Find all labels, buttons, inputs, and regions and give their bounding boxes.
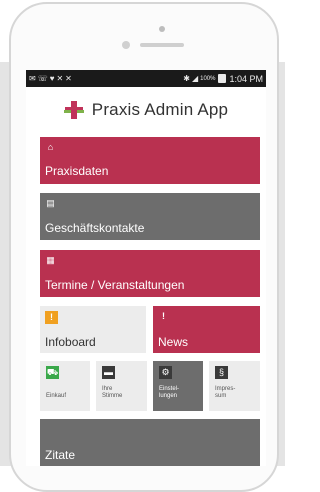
- bluetooth-icon: ✱: [183, 74, 190, 83]
- gear-icon: ⚙: [159, 366, 172, 379]
- sensor-dot: [159, 26, 165, 32]
- home-icon: ⌂: [47, 142, 54, 152]
- paragraph-icon: §: [215, 366, 228, 379]
- phone-screen: ✉ ☏ ♥ ✕ ✕ ✱ ◢ 100% 1:04 PM Praxis Admin …: [26, 70, 266, 466]
- calendar-icon: ▦: [46, 255, 55, 265]
- medical-cross-logo-icon: [63, 100, 84, 120]
- tile-label: News: [158, 335, 189, 349]
- tile-termine[interactable]: ▦ Termine / Veranstaltungen: [40, 250, 260, 297]
- tile-ihre-stimme[interactable]: ▬ Ihre Stimme: [96, 361, 147, 411]
- clock: 1:04 PM: [229, 73, 263, 84]
- tile-label: Praxisdaten: [45, 164, 109, 178]
- tile-label: Geschäftskontakte: [45, 221, 145, 235]
- battery-percent: 100%: [200, 75, 216, 82]
- missed-call-icon: ✕: [56, 74, 63, 83]
- front-camera: [122, 41, 130, 49]
- tile-label: Zitate: [45, 448, 76, 462]
- tile-einkauf[interactable]: ⛟ Einkauf: [40, 361, 90, 411]
- mail-icon: ✉: [29, 74, 36, 83]
- tile-label: Impres-sum: [215, 386, 236, 399]
- earpiece-speaker: [140, 43, 184, 47]
- tile-geschaeftskontakte[interactable]: ▤ Geschäftskontakte: [40, 193, 260, 240]
- tile-label: Einstel-lungen: [159, 386, 180, 399]
- app-title: Praxis Admin App: [91, 100, 229, 119]
- comment-icon: ▬: [102, 366, 115, 379]
- tile-praxisdaten[interactable]: ⌂ Praxisdaten: [40, 137, 260, 184]
- contacts-icon: ▤: [46, 198, 55, 208]
- battery-icon: [218, 74, 227, 83]
- signal-icon: ◢: [191, 74, 198, 83]
- tile-news[interactable]: ! News: [153, 306, 260, 353]
- alert-icon: !: [45, 311, 58, 324]
- missed-call-icon-2: ✕: [65, 74, 72, 83]
- tile-label: Infoboard: [45, 335, 96, 349]
- status-bar: ✉ ☏ ♥ ✕ ✕ ✱ ◢ 100% 1:04 PM: [26, 70, 266, 87]
- tile-zitate[interactable]: Zitate: [40, 419, 260, 466]
- tile-impressum[interactable]: § Impres-sum: [209, 361, 260, 411]
- tile-label: Termine / Veranstaltungen: [45, 278, 185, 292]
- app-header: Praxis Admin App: [26, 87, 266, 133]
- tile-infoboard[interactable]: ! Infoboard: [40, 306, 146, 353]
- status-right: ✱ ◢ 100% 1:04 PM: [183, 74, 263, 84]
- cart-icon: ⛟: [46, 366, 59, 379]
- tile-label: Einkauf: [46, 393, 67, 399]
- alert-icon: !: [162, 311, 165, 321]
- tile-einstellungen[interactable]: ⚙ Einstel-lungen: [153, 361, 203, 411]
- status-left-icons: ✉ ☏ ♥ ✕ ✕: [29, 74, 72, 83]
- phone-icon: ☏: [37, 74, 48, 83]
- heart-icon: ♥: [49, 74, 55, 83]
- tile-label: Ihre Stimme: [102, 386, 123, 399]
